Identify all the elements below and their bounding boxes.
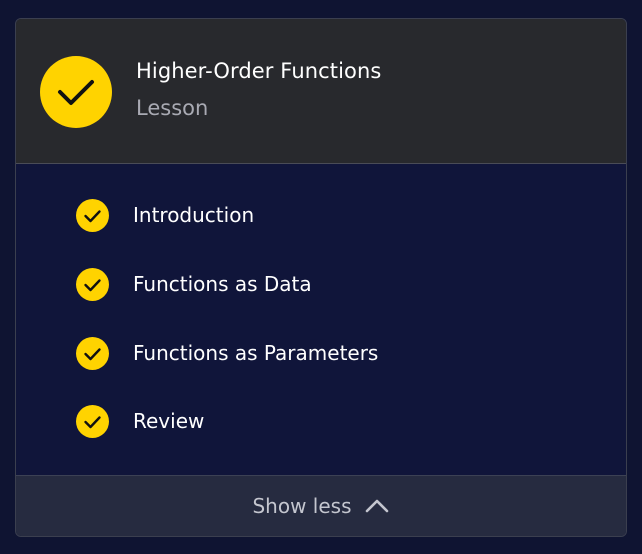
check-circle-icon	[76, 267, 109, 301]
item-label: Introduction	[133, 203, 255, 227]
show-less-button[interactable]: Show less	[16, 475, 626, 536]
list-item[interactable]: Functions as Parameters	[76, 336, 378, 370]
list-item[interactable]: Functions as Data	[76, 267, 312, 301]
list-item[interactable]: Introduction	[76, 198, 254, 232]
item-label: Review	[133, 409, 205, 433]
lesson-type: Lesson	[136, 96, 209, 120]
item-label: Functions as Data	[133, 272, 312, 296]
lesson-complete-icon	[40, 56, 112, 128]
lesson-title: Higher-Order Functions	[136, 59, 382, 83]
lesson-item-list: Introduction Functions as Data Functions…	[16, 164, 626, 477]
item-label: Functions as Parameters	[133, 341, 379, 365]
check-circle-icon	[76, 198, 109, 232]
lesson-header[interactable]: Higher-Order Functions Lesson	[16, 19, 626, 164]
list-item[interactable]: Review	[76, 404, 204, 438]
show-less-label: Show less	[252, 494, 352, 518]
check-circle-icon	[76, 404, 109, 438]
lesson-card: Higher-Order Functions Lesson Introducti…	[15, 18, 627, 537]
check-circle-icon	[76, 336, 109, 370]
chevron-up-icon	[364, 498, 390, 514]
